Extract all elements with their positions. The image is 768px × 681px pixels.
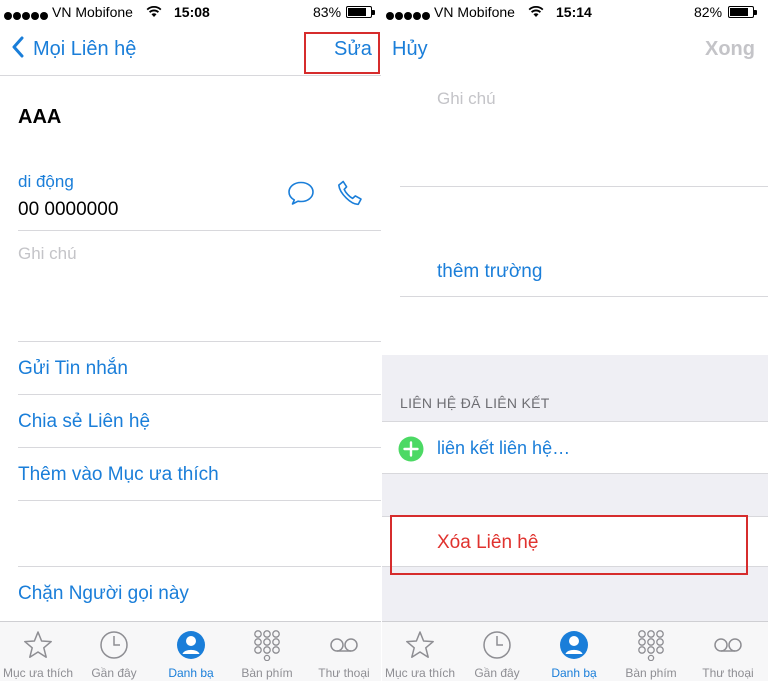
navigation-bar: Hủy Xong (382, 24, 768, 76)
carrier-name: VN Mobifone (52, 4, 133, 20)
divider (18, 230, 382, 231)
divider (400, 296, 768, 297)
battery-percentage: 83% (313, 4, 342, 20)
clock-icon (100, 631, 128, 659)
phone-type-label: di động (18, 172, 74, 191)
clock-icon (483, 631, 511, 659)
tab-contacts[interactable]: Danh bạ (153, 622, 229, 681)
status-time: 15:14 (556, 4, 592, 20)
link-contact-button[interactable]: liên kết liên hệ… (437, 438, 570, 459)
status-bar: VN Mobifone 15:14 82% (382, 0, 768, 24)
voicemail-icon (714, 638, 742, 652)
tab-contacts[interactable]: Danh bạ (536, 622, 612, 681)
keypad-icon (254, 630, 280, 661)
tab-label: Danh bạ (551, 666, 597, 680)
phone-icon[interactable] (336, 179, 364, 207)
tab-bar: Mục ưa thích Gần đây Danh bạ Bàn phím Th… (382, 621, 768, 681)
voicemail-icon (330, 638, 358, 652)
contacts-icon (177, 631, 205, 659)
divider (18, 394, 382, 395)
divider (18, 447, 382, 448)
tab-recents[interactable]: Gần đây (76, 622, 152, 681)
tab-favorites[interactable]: Mục ưa thích (0, 622, 76, 681)
add-field-button[interactable]: thêm trường (437, 261, 542, 283)
battery-icon (728, 6, 757, 18)
back-chevron-icon[interactable] (12, 36, 24, 58)
share-contact-button[interactable]: Chia sẻ Liên hệ (18, 411, 150, 433)
status-time: 15:08 (174, 4, 210, 20)
signal-strength-icon (386, 7, 431, 23)
divider (18, 341, 382, 342)
notes-field[interactable]: Ghi chú (18, 244, 77, 264)
divider (18, 500, 382, 501)
section-separator (382, 567, 768, 621)
tab-recents[interactable]: Gần đây (459, 622, 535, 681)
phone-number[interactable]: 00 0000000 (18, 199, 118, 221)
keypad-icon (638, 630, 664, 661)
contact-detail-screen: VN Mobifone 15:08 83% Mọi Liên hệ Sửa AA… (0, 0, 382, 681)
block-caller-button[interactable]: Chặn Người gọi này (18, 583, 189, 605)
done-button[interactable]: Xong (705, 38, 755, 61)
tab-keypad[interactable]: Bàn phím (229, 622, 305, 681)
tab-label: Mục ưa thích (2, 666, 74, 680)
divider (400, 186, 768, 187)
tab-label: Thư thoại (702, 666, 754, 680)
battery-icon (346, 6, 375, 18)
wifi-icon (146, 5, 162, 17)
add-to-favorites-button[interactable]: Thêm vào Mục ưa thích (18, 464, 219, 486)
add-green-icon[interactable] (398, 436, 424, 462)
star-icon (24, 631, 52, 658)
cancel-button[interactable]: Hủy (392, 38, 428, 61)
tab-label: Danh bạ (168, 666, 214, 680)
star-icon (406, 631, 434, 658)
contact-name: AAA (18, 106, 62, 128)
tab-label: Bàn phím (625, 666, 677, 680)
tab-voicemail[interactable]: Thư thoại (690, 622, 766, 681)
edit-button-highlight (304, 32, 380, 74)
contact-edit-screen: VN Mobifone 15:14 82% Hủy Xong Ghi chú t… (382, 0, 768, 681)
message-icon[interactable] (287, 180, 315, 206)
tab-voicemail[interactable]: Thư thoại (306, 622, 382, 681)
send-message-button[interactable]: Gửi Tin nhắn (18, 358, 128, 380)
tab-favorites[interactable]: Mục ưa thích (382, 622, 458, 681)
delete-contact-highlight (390, 515, 748, 575)
wifi-icon (528, 5, 544, 17)
divider (18, 566, 382, 567)
section-separator (382, 474, 768, 516)
tab-label: Mục ưa thích (384, 666, 456, 680)
signal-strength-icon (4, 7, 49, 23)
tab-label: Thư thoại (318, 666, 370, 680)
tab-bar: Mục ưa thích Gần đây Danh bạ Bàn phím Th… (0, 621, 382, 681)
battery-percentage: 82% (694, 4, 723, 20)
contacts-icon (560, 631, 588, 659)
back-button[interactable]: Mọi Liên hệ (33, 38, 136, 61)
divider (382, 421, 768, 422)
tab-label: Gần đây (91, 666, 137, 680)
tab-label: Bàn phím (241, 666, 293, 680)
tab-label: Gần đây (474, 666, 520, 680)
status-bar: VN Mobifone 15:08 83% (0, 0, 382, 24)
carrier-name: VN Mobifone (434, 4, 515, 20)
section-separator: LIÊN HỆ ĐÃ LIÊN KẾT (382, 355, 768, 421)
tab-keypad[interactable]: Bàn phím (613, 622, 689, 681)
linked-contacts-header: LIÊN HỆ ĐÃ LIÊN KẾT (400, 395, 550, 411)
notes-field[interactable]: Ghi chú (437, 89, 496, 109)
